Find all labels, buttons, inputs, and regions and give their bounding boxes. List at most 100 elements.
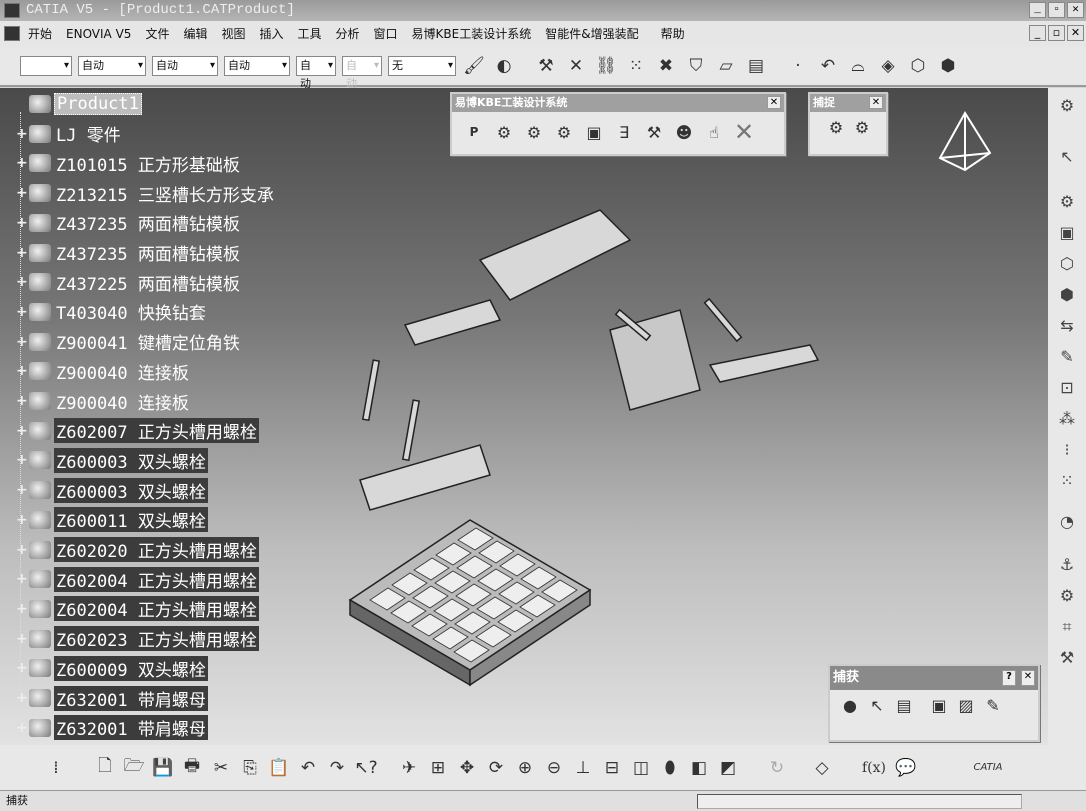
tree-node[interactable]: + Z602004 正方头槽用螺栓 bbox=[16, 566, 259, 592]
delete-icon[interactable]: ✕ bbox=[564, 54, 588, 78]
new-product-icon[interactable]: ⬡ bbox=[1060, 254, 1074, 278]
tree-node[interactable]: + T403040 快换钻套 bbox=[16, 300, 208, 324]
existing-component-icon[interactable]: ⬢ bbox=[1060, 285, 1074, 309]
tree-node[interactable]: + Z437235 两面槽钻模板 bbox=[16, 211, 242, 235]
album-icon[interactable]: ▨ bbox=[954, 696, 978, 715]
swap-visible-icon[interactable]: ◩ bbox=[716, 758, 740, 778]
document-icon[interactable] bbox=[4, 26, 20, 41]
menu-smart-assembly[interactable]: 智能件&增强装配 bbox=[545, 21, 638, 47]
tree-node[interactable]: + Z600011 双头螺栓 bbox=[16, 507, 208, 533]
expand-icon[interactable]: + bbox=[16, 690, 28, 706]
tree-node[interactable]: + Z600003 双头螺栓 bbox=[16, 477, 208, 503]
pattern-icon[interactable]: ⁙ bbox=[1060, 471, 1073, 495]
tree-node[interactable]: + Z600003 双头螺栓 bbox=[16, 447, 208, 473]
expand-icon[interactable]: + bbox=[16, 363, 28, 379]
explode-icon[interactable]: ⁂ bbox=[1059, 409, 1075, 433]
expand-icon[interactable]: + bbox=[16, 304, 28, 320]
new-component-icon[interactable]: ▣ bbox=[1059, 223, 1074, 247]
menu-enovia[interactable]: ENOVIA V5 bbox=[66, 21, 131, 47]
zoom-out-icon[interactable]: ⊖ bbox=[542, 758, 566, 778]
tree-node[interactable]: + Z437235 两面槽钻模板 bbox=[16, 241, 242, 265]
tree-node[interactable]: + Z437225 两面槽钻模板 bbox=[16, 270, 242, 295]
multi-view-icon[interactable]: ⊟ bbox=[600, 758, 624, 778]
tree-node[interactable]: + Z602023 正方头槽用螺栓 bbox=[16, 626, 259, 652]
chain-icon[interactable]: ⛓ bbox=[594, 54, 618, 78]
menu-kbe[interactable]: 易博KBE工装设计系统 bbox=[412, 21, 532, 47]
tree-node[interactable]: + Z602004 正方头槽用螺栓 bbox=[16, 596, 259, 622]
pan-icon[interactable]: ✥ bbox=[455, 758, 479, 778]
fixture-icon[interactable]: ▣ bbox=[582, 123, 606, 142]
lineweight-combo[interactable]: 自动 bbox=[224, 56, 290, 76]
expand-icon[interactable]: + bbox=[16, 393, 28, 409]
tools-icon[interactable]: ⚒ bbox=[642, 123, 666, 142]
select-icon[interactable]: ↖ bbox=[1060, 147, 1073, 171]
close-button[interactable]: ✕ bbox=[1067, 2, 1084, 18]
redo-icon[interactable]: ↷ bbox=[325, 758, 349, 778]
rotate-icon[interactable]: ⟳ bbox=[484, 758, 508, 778]
layer-combo[interactable]: 无 bbox=[388, 56, 456, 76]
expand-icon[interactable]: + bbox=[16, 452, 28, 468]
part-icon[interactable]: ⚙ bbox=[492, 123, 516, 142]
menu-tools[interactable]: 工具 bbox=[298, 21, 322, 47]
undo-icon[interactable]: ↶ bbox=[296, 758, 320, 778]
tree-node[interactable]: + Z632001 带肩螺母 bbox=[16, 715, 208, 741]
record-icon[interactable]: ● bbox=[838, 696, 862, 715]
comment-icon[interactable]: 💬 bbox=[894, 758, 918, 778]
paste-icon[interactable]: 📋 bbox=[267, 758, 291, 778]
hide-show-icon[interactable]: ◧ bbox=[687, 758, 711, 778]
cross-icon[interactable]: ✖ bbox=[654, 54, 678, 78]
capture-close-button[interactable]: ✕ bbox=[1021, 670, 1035, 686]
manipulate-icon[interactable]: ✎ bbox=[1060, 347, 1073, 371]
fit-all-icon[interactable]: ⊞ bbox=[426, 758, 450, 778]
zoom-in-icon[interactable]: ⊕ bbox=[513, 758, 537, 778]
shading-icon[interactable]: ⬮ bbox=[658, 758, 682, 778]
expand-icon[interactable]: + bbox=[16, 482, 28, 498]
fix-icon[interactable]: ⚓ bbox=[1060, 555, 1074, 579]
expand-icon[interactable]: + bbox=[16, 423, 28, 439]
expand-icon[interactable]: + bbox=[16, 215, 28, 231]
section-icon[interactable]: ◔ bbox=[1060, 512, 1074, 536]
point-icon[interactable]: · bbox=[786, 54, 810, 78]
tree-expand-icon[interactable]: ⁞ bbox=[44, 758, 68, 778]
menu-edit[interactable]: 编辑 bbox=[183, 21, 207, 47]
compass-icon[interactable] bbox=[935, 108, 995, 178]
transparency-combo[interactable]: 自动 bbox=[78, 56, 146, 76]
point-symbol-combo[interactable]: 自动 bbox=[296, 56, 336, 90]
menu-insert[interactable]: 插入 bbox=[259, 21, 283, 47]
expand-icon[interactable]: + bbox=[16, 274, 28, 290]
formula-icon[interactable]: f(x) bbox=[859, 760, 889, 776]
color-combo[interactable] bbox=[20, 56, 72, 76]
expand-icon[interactable]: + bbox=[16, 571, 28, 587]
offset-icon[interactable]: ⚒ bbox=[1060, 648, 1074, 672]
gear-icon[interactable]: ⚙ bbox=[1060, 96, 1074, 120]
replace-icon[interactable]: ⇆ bbox=[1060, 316, 1073, 340]
expand-icon[interactable]: + bbox=[16, 512, 28, 528]
tree-node[interactable]: + Z600009 双头螺栓 bbox=[16, 655, 208, 681]
menu-analysis[interactable]: 分析 bbox=[336, 21, 360, 47]
tree-node[interactable]: + Z632001 带肩螺母 bbox=[16, 685, 208, 711]
expand-icon[interactable]: + bbox=[16, 155, 28, 171]
contact-icon[interactable]: ⌗ bbox=[1062, 617, 1071, 641]
whats-this-icon[interactable]: ↖? bbox=[354, 758, 378, 778]
close-x-icon[interactable]: ✕ bbox=[732, 118, 756, 146]
insert-part-icon[interactable]: ⚙ bbox=[522, 123, 546, 142]
snap-part-icon[interactable]: ⚙ bbox=[824, 118, 848, 137]
menu-file[interactable]: 文件 bbox=[145, 21, 169, 47]
minimize-button[interactable]: _ bbox=[1029, 2, 1046, 18]
expand-icon[interactable]: + bbox=[16, 245, 28, 261]
bolt-icon[interactable]: ⛉ bbox=[684, 54, 708, 78]
expand-icon[interactable]: + bbox=[16, 542, 28, 558]
snap-icon[interactable]: ⊡ bbox=[1060, 378, 1073, 402]
select-mode-icon[interactable]: ↖ bbox=[865, 696, 889, 715]
update-icon[interactable]: ↻ bbox=[765, 758, 789, 778]
bracket-icon[interactable]: ∃ bbox=[612, 123, 636, 142]
curve-icon[interactable]: ↶ bbox=[816, 54, 840, 78]
tree-node[interactable]: + Z900041 键槽定位角铁 bbox=[16, 330, 242, 354]
tree-node[interactable]: + Z101015 正方形基础板 bbox=[16, 151, 242, 176]
tree-node[interactable]: + Z602007 正方头槽用螺栓 bbox=[16, 418, 259, 444]
coincidence-icon[interactable]: ⚙ bbox=[1060, 586, 1074, 610]
pointer-icon[interactable]: ☝ bbox=[702, 123, 726, 142]
expand-icon[interactable]: + bbox=[16, 631, 28, 647]
menu-help[interactable]: 帮助 bbox=[661, 21, 685, 47]
options-icon[interactable]: ▤ bbox=[892, 696, 916, 715]
